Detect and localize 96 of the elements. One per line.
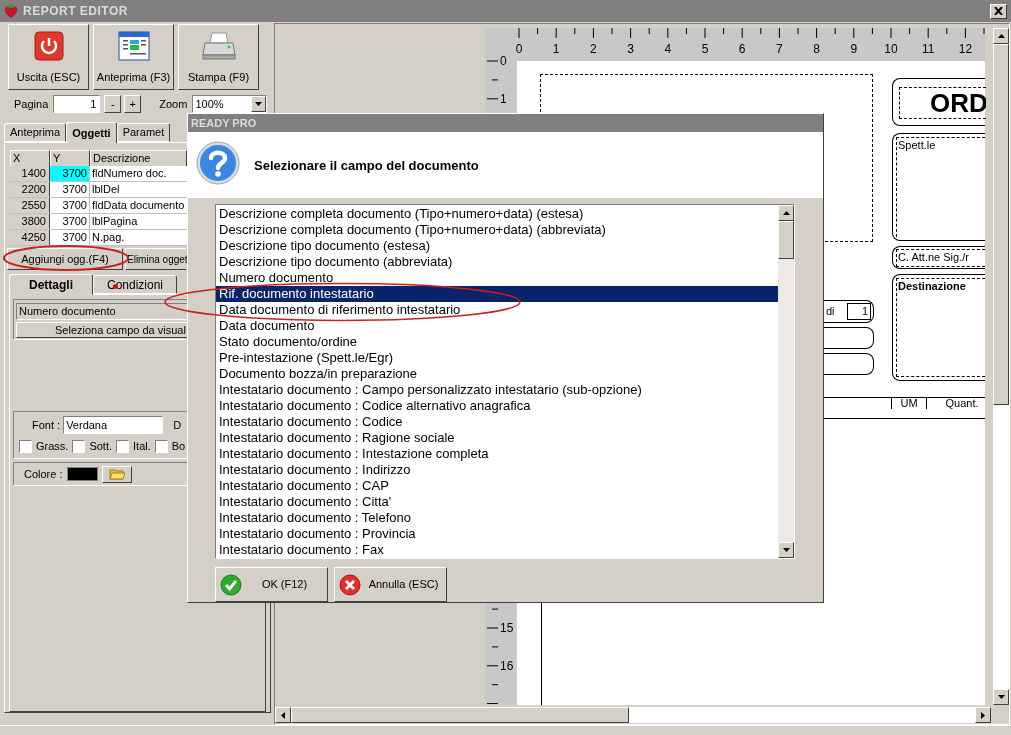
- checkbox-label: Bo: [171, 438, 186, 454]
- font-field[interactable]: Verdana: [63, 416, 164, 434]
- ruler-label: 10: [884, 43, 898, 55]
- caret-up-icon: [997, 34, 1005, 38]
- horizontal-scrollbar[interactable]: [275, 707, 991, 723]
- checkbox-label: Sott.: [89, 438, 113, 454]
- strawberry-icon: [4, 3, 18, 19]
- ruler-label: 1: [552, 43, 560, 55]
- toolbar-button[interactable]: Stampa (F9): [178, 24, 259, 90]
- vertical-scrollbar[interactable]: [993, 28, 1009, 705]
- caret-left-icon: [281, 711, 285, 719]
- caret-icon: [782, 548, 790, 552]
- ruler-label: 7: [776, 43, 783, 55]
- list-scrollbar[interactable]: [778, 205, 794, 558]
- scroll-thumb[interactable]: [993, 44, 1009, 405]
- check-circle-icon: [220, 573, 242, 596]
- question-icon: [196, 141, 240, 185]
- zoom-label: Zoom: [159, 96, 188, 112]
- column-header: UM: [891, 398, 926, 409]
- cancel-circle-icon: [339, 573, 361, 596]
- dialog-title: READY PRO: [191, 115, 257, 131]
- checkbox[interactable]: [116, 439, 130, 453]
- checkbox[interactable]: [154, 439, 168, 453]
- caret-up-icon: [782, 211, 790, 215]
- close-button[interactable]: [990, 3, 1007, 19]
- field-list[interactable]: [215, 204, 795, 559]
- plus-button[interactable]: +: [124, 95, 142, 113]
- color-label: Colore :: [24, 466, 63, 482]
- page-label: Pagina: [14, 96, 49, 112]
- ruler-label: 6: [738, 43, 746, 55]
- font-label: Font :: [32, 417, 61, 433]
- scroll-down-button[interactable]: [993, 689, 1009, 705]
- folder-button[interactable]: [101, 465, 132, 483]
- delete-button[interactable]: Elimina ogget: [125, 248, 186, 270]
- font-label: D: [173, 417, 182, 433]
- tab[interactable]: Paramet: [116, 123, 171, 142]
- zoom-dropdown[interactable]: 100%: [192, 95, 268, 113]
- caret-icon: [997, 695, 1005, 699]
- ruler-label: 9: [850, 43, 858, 55]
- ruler-label: 15: [500, 622, 514, 634]
- toolbar-button[interactable]: Anteprima (F3): [93, 24, 174, 90]
- table-cell[interactable]: 3800: [10, 214, 50, 229]
- toolbar-button[interactable]: Uscita (ESC): [8, 24, 89, 90]
- page-count-value: 1: [847, 303, 871, 320]
- checkbox-label: Grass.: [36, 438, 69, 454]
- folder-icon: [108, 468, 125, 480]
- table-cell[interactable]: 4250: [10, 230, 50, 245]
- ruler-label: 1: [500, 92, 507, 105]
- destination-label: Destinazione: [896, 278, 985, 377]
- dialog-button[interactable]: OK (F12): [215, 567, 328, 602]
- power-icon: [33, 30, 64, 61]
- list-item[interactable]: Rif. documento intestatario: [216, 286, 778, 302]
- dialog-heading: Selezionare il campo del documento: [254, 157, 479, 175]
- ruler-label: 11: [921, 43, 935, 55]
- tab[interactable]: Anteprima: [4, 123, 67, 142]
- page-of-label: di: [826, 304, 836, 320]
- ruler-label: 2: [590, 43, 597, 55]
- ruler-label: 12: [958, 43, 973, 55]
- caret-icon: [255, 102, 263, 106]
- scroll-up-button[interactable]: [993, 28, 1009, 44]
- ruler-label: 4: [664, 43, 672, 55]
- minus-button[interactable]: -: [104, 95, 122, 113]
- recipient-label: Spett.le: [896, 137, 985, 237]
- table-cell[interactable]: 3700: [50, 166, 90, 181]
- checkbox[interactable]: [72, 439, 86, 453]
- table-cell[interactable]: 2200: [10, 182, 50, 197]
- ruler-label: 3: [627, 43, 634, 55]
- scroll-left-button[interactable]: [275, 707, 291, 723]
- table-cell[interactable]: 2550: [10, 198, 50, 213]
- column-header: Quant.: [926, 398, 985, 409]
- ruler-label: 0: [500, 55, 507, 67]
- scroll-thumb[interactable]: [778, 221, 794, 259]
- window-title: REPORT EDITOR: [23, 3, 128, 20]
- color-swatch[interactable]: [66, 467, 98, 481]
- dialog-button[interactable]: Annulla (ESC): [334, 567, 447, 602]
- tab[interactable]: Condizioni: [93, 275, 177, 294]
- ruler-label: 0: [515, 43, 523, 55]
- table-cell[interactable]: 1400: [10, 166, 50, 181]
- window-icon: [117, 30, 150, 61]
- scroll-up-button[interactable]: [778, 205, 794, 221]
- page-field[interactable]: 1: [53, 95, 101, 113]
- scroll-thumb[interactable]: [291, 707, 629, 723]
- checkbox[interactable]: [19, 439, 32, 453]
- scroll-right-button[interactable]: [975, 707, 991, 723]
- ruler-label: 5: [701, 43, 709, 55]
- tab[interactable]: Dettagli: [9, 274, 93, 295]
- scroll-down-button[interactable]: [778, 542, 794, 558]
- ruler-label: 8: [813, 43, 820, 55]
- close-icon: [994, 7, 1003, 15]
- attention-label: C. Att.ne Sig./r: [896, 249, 985, 267]
- caret-right-icon: [981, 711, 985, 719]
- tab[interactable]: Oggetti: [66, 122, 117, 143]
- ruler-label: 16: [500, 659, 514, 672]
- checkbox-label: Ital.: [133, 438, 151, 454]
- document-title: ORD: [899, 87, 986, 119]
- printer-icon: [201, 30, 236, 61]
